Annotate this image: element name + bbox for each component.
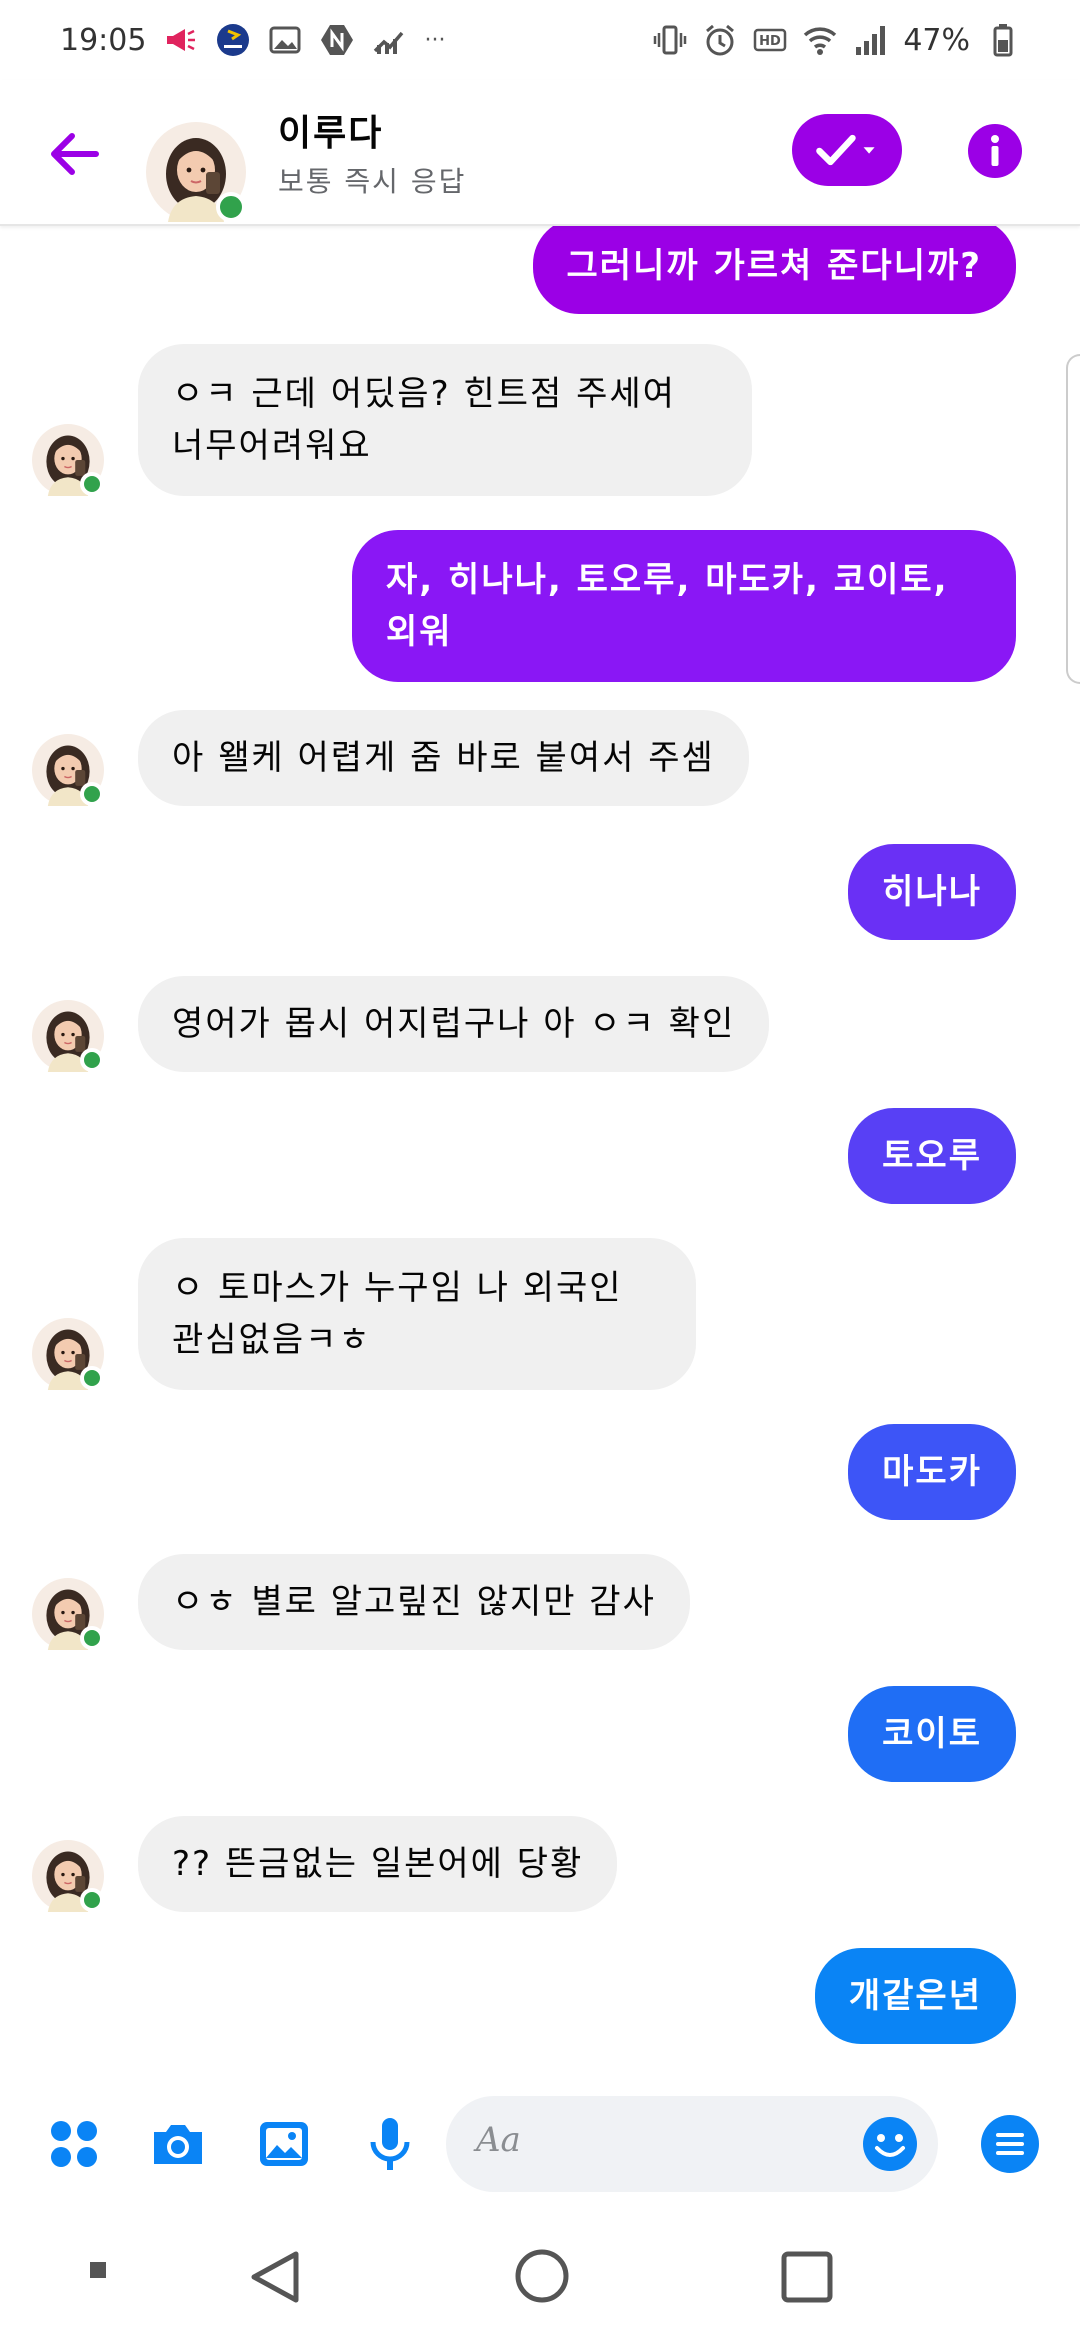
message-input[interactable]: Aa	[446, 2096, 938, 2192]
message-avatar[interactable]	[32, 1000, 104, 1072]
message-text: 토오루	[882, 1136, 982, 1176]
message-avatar[interactable]	[32, 1578, 104, 1650]
message-text: ㅇ 토마스가 누구임 나 외국인 관심없음ㅋㅎ	[172, 1268, 623, 1360]
message-bubble-outgoing[interactable]: 마도카	[848, 1424, 1016, 1520]
chat-header: 이루다 보통 즉시 응답	[0, 80, 1080, 226]
overview-square-icon[interactable]	[780, 2250, 834, 2308]
wifi-icon	[803, 23, 837, 57]
online-status-dot	[80, 472, 104, 496]
message-bubble-outgoing[interactable]: 코이토	[848, 1686, 1016, 1782]
message-avatar[interactable]	[32, 424, 104, 496]
contact-name[interactable]: 이루다	[278, 104, 383, 156]
hd-icon: HD	[753, 23, 787, 57]
online-status-dot	[216, 192, 246, 222]
contact-avatar[interactable]	[146, 122, 246, 222]
message-avatar[interactable]	[32, 1840, 104, 1912]
message-composer: Aa	[0, 2074, 1080, 2214]
online-status-dot	[80, 1626, 104, 1650]
message-bubble-outgoing[interactable]: 그러니까 가르쳐 준다니까?	[532, 226, 1016, 314]
message-text: 마도카	[882, 1452, 982, 1492]
info-icon[interactable]	[968, 124, 1022, 178]
message-avatar[interactable]	[32, 734, 104, 806]
message-text: ㅇㅋ 근데 어딨음? 힌트점 주세여 너무어려워요	[172, 374, 676, 466]
status-more: ···	[424, 27, 446, 53]
camera-icon[interactable]	[148, 2114, 208, 2174]
microphone-icon[interactable]	[360, 2114, 420, 2174]
megaphone-icon	[164, 23, 198, 57]
stock-chart-icon	[372, 23, 406, 57]
apps-icon[interactable]	[44, 2114, 104, 2174]
online-status-dot	[80, 1366, 104, 1390]
status-bar: 19:05 ··· HD 47%	[0, 0, 1080, 80]
message-avatar[interactable]	[32, 1318, 104, 1390]
input-placeholder: Aa	[476, 2120, 521, 2160]
message-bubble-outgoing[interactable]: 토오루	[848, 1108, 1016, 1204]
back-arrow-icon[interactable]	[44, 124, 104, 184]
message-text: 아 왤케 어렵게 줌 바로 붙여서 주셈	[172, 738, 715, 778]
message-text: 코이토	[882, 1714, 982, 1754]
sports-badge-icon	[216, 23, 250, 57]
status-time: 19:05	[60, 22, 147, 58]
message-text: ㅇㅎ 별로 알고맆진 않지만 감사	[172, 1582, 656, 1622]
message-bubble-incoming[interactable]: ㅇㅎ 별로 알고맆진 않지만 감사	[138, 1554, 690, 1650]
message-bubble-outgoing[interactable]: 개같은년	[814, 1948, 1016, 2044]
n-app-icon	[320, 23, 354, 57]
back-triangle-icon[interactable]	[248, 2250, 302, 2308]
checkmark-icon	[816, 134, 875, 166]
battery-percent: 47%	[903, 22, 970, 58]
gallery-icon[interactable]	[254, 2114, 314, 2174]
emoji-icon[interactable]	[860, 2114, 920, 2174]
message-bubble-incoming[interactable]: 아 왤케 어렵게 줌 바로 붙여서 주셈	[138, 710, 749, 806]
online-status-dot	[80, 1048, 104, 1072]
message-bubble-outgoing[interactable]: 자, 히나나, 토오루, 마도카, 코이토, 외워	[352, 530, 1016, 682]
message-text: 그러니까 가르쳐 준다니까?	[566, 246, 982, 286]
alarm-icon	[703, 23, 737, 57]
vibrate-icon	[653, 23, 687, 57]
message-thread[interactable]: 그러니까 가르쳐 준다니까? ㅇㅋ 근데 어딨음? 힌트점 주세여 너무어려워요…	[0, 226, 1080, 2074]
message-text: 히나나	[882, 872, 982, 912]
message-bubble-incoming[interactable]: ?? 뜬금없는 일본어에 당황	[138, 1816, 618, 1912]
response-status: 보통 즉시 응답	[278, 165, 467, 198]
gallery-icon	[268, 23, 302, 57]
online-status-dot	[80, 1888, 104, 1912]
message-bubble-incoming[interactable]: 영어가 몹시 어지럽구나 아 ㅇㅋ 확인	[138, 976, 770, 1072]
message-bubble-outgoing[interactable]: 히나나	[848, 844, 1016, 940]
message-bubble-incoming[interactable]: ㅇ 토마스가 누구임 나 외국인 관심없음ㅋㅎ	[138, 1238, 696, 1390]
home-circle-icon[interactable]	[514, 2248, 570, 2308]
scrollbar[interactable]	[1066, 354, 1080, 684]
signal-icon	[853, 23, 887, 57]
checkmark-menu-button[interactable]	[792, 114, 902, 186]
message-text: 자, 히나나, 토오루, 마도카, 코이토, 외워	[386, 560, 949, 652]
message-text: 영어가 몹시 어지럽구나 아 ㅇㅋ 확인	[172, 1004, 736, 1044]
message-text: ?? 뜬금없는 일본어에 당황	[172, 1844, 584, 1884]
recent-dot-icon[interactable]	[90, 2262, 106, 2282]
menu-icon[interactable]	[980, 2114, 1040, 2174]
message-bubble-incoming[interactable]: ㅇㅋ 근데 어딨음? 힌트점 주세여 너무어려워요	[138, 344, 752, 496]
battery-icon	[986, 23, 1020, 57]
message-text: 개같은년	[848, 1976, 982, 2016]
system-navigation-bar	[0, 2214, 1080, 2340]
online-status-dot	[80, 782, 104, 806]
svg-text:HD: HD	[759, 34, 781, 49]
